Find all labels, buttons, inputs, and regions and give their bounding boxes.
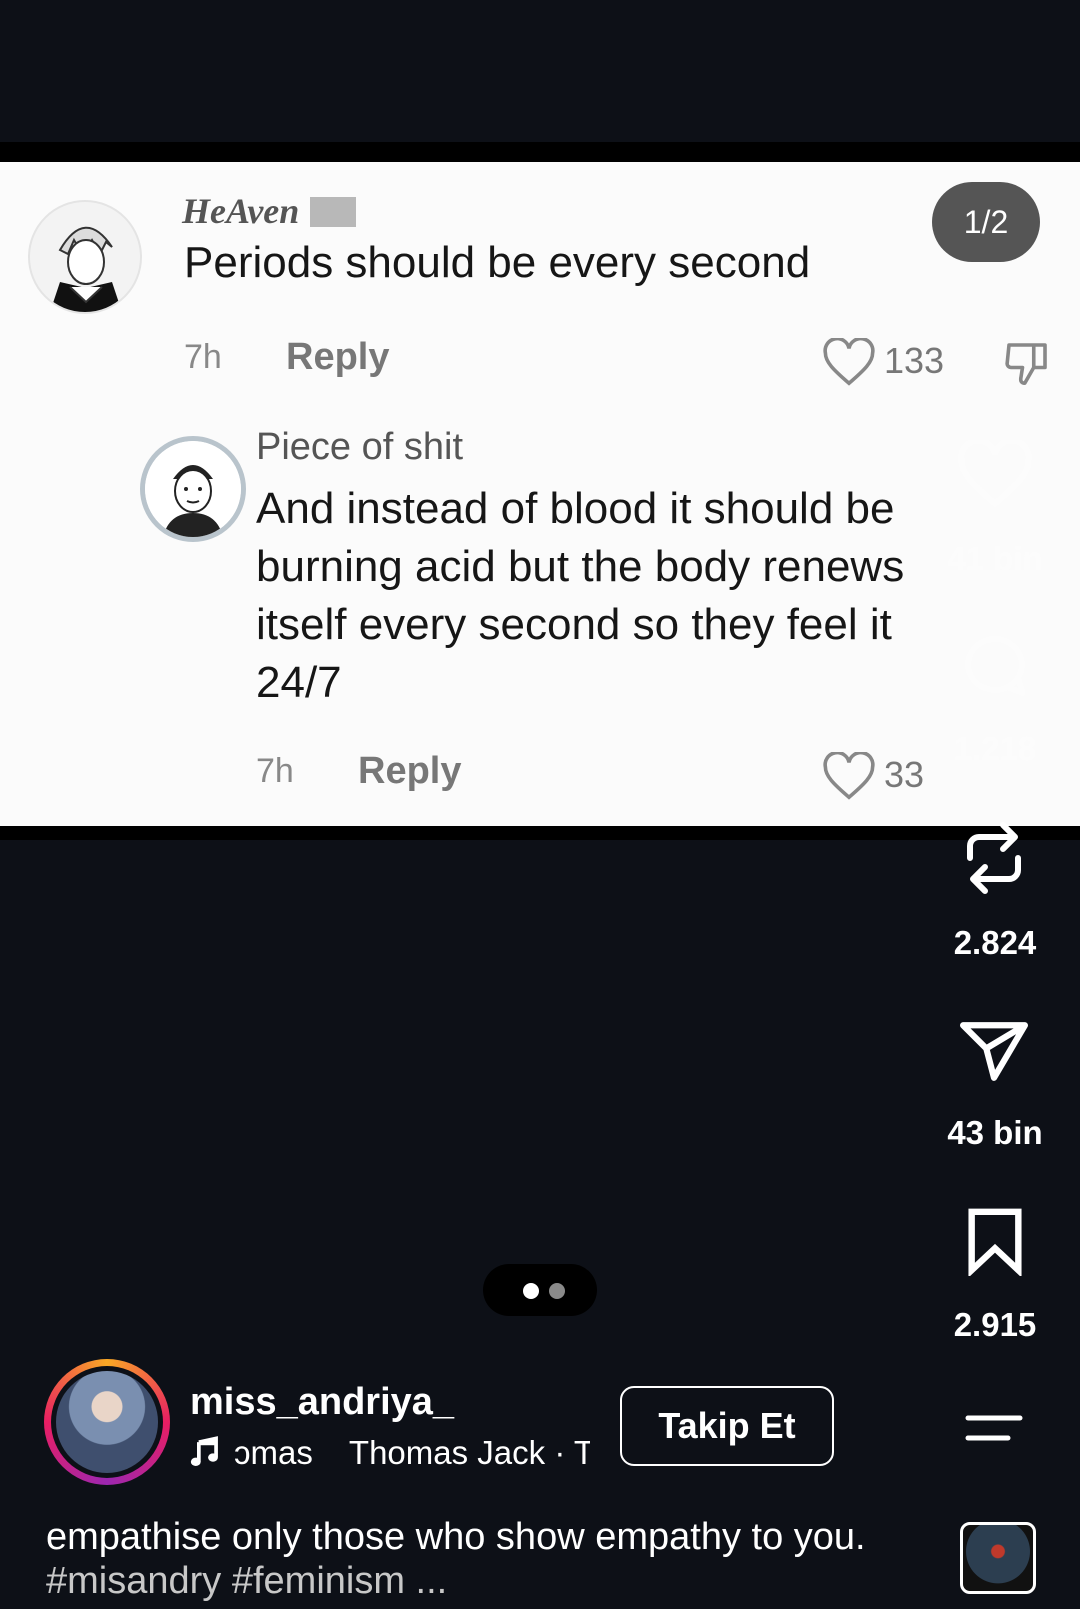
carousel-indicator xyxy=(483,1264,597,1316)
reply-button[interactable]: Reply xyxy=(286,336,389,379)
dislike-icon[interactable] xyxy=(1000,336,1054,390)
save-count: 2.915 xyxy=(953,1306,1037,1343)
comment-text: Periods should be every second xyxy=(184,238,811,287)
share-count: 43 bin xyxy=(947,1114,1043,1151)
like-icon[interactable] xyxy=(956,440,1034,510)
comment-count: 1.218 xyxy=(953,730,1037,767)
like-count-rail: 41 bin xyxy=(947,540,1043,577)
menu-icon[interactable] xyxy=(964,1410,1024,1446)
follow-button[interactable]: Takip Et xyxy=(620,1386,834,1466)
repost-count: 2.824 xyxy=(953,924,1037,961)
music-icon xyxy=(190,1436,218,1467)
reply-time: 7h xyxy=(256,752,294,790)
caption-text: empathise only those who show empathy to… xyxy=(46,1516,866,1558)
reply-button-2[interactable]: Reply xyxy=(358,750,461,793)
share-icon[interactable] xyxy=(956,1016,1032,1084)
heart-icon[interactable] xyxy=(822,338,876,388)
caption-hashtags[interactable]: #misandry #feminism ... xyxy=(46,1559,926,1603)
reply-username[interactable]: Piece of shit xyxy=(256,426,463,469)
music-row[interactable]: ɔmas Thomas Jack · T xyxy=(190,1434,590,1472)
profile-avatar[interactable] xyxy=(44,1359,170,1485)
post-username[interactable]: miss_andriya_ xyxy=(190,1381,454,1424)
reply-like-count: 33 xyxy=(884,754,925,795)
flag-icon xyxy=(310,197,356,227)
page-indicator: 1/2 xyxy=(932,182,1040,262)
repost-icon[interactable] xyxy=(958,818,1030,898)
comment-time: 7h xyxy=(184,338,222,376)
reply-text: And instead of blood it should be burnin… xyxy=(256,484,905,707)
carousel-dot-active xyxy=(523,1283,539,1299)
bookmark-icon[interactable] xyxy=(962,1206,1028,1276)
comment-screenshot: HeAven Periods should be every second 7h… xyxy=(0,142,1080,840)
heart-icon-2[interactable] xyxy=(822,752,876,802)
commenter-username[interactable]: HeAven xyxy=(182,190,299,232)
comment-icon[interactable] xyxy=(958,630,1030,702)
commenter-avatar-reply xyxy=(140,436,246,542)
like-count: 133 xyxy=(884,340,945,381)
avatar xyxy=(56,1371,158,1473)
commenter-avatar-heaven xyxy=(28,200,142,314)
post-caption: empathise only those who show empathy to… xyxy=(46,1515,926,1603)
audio-thumbnail[interactable] xyxy=(960,1522,1036,1594)
music-title: ɔmas Thomas Jack · T xyxy=(234,1434,590,1471)
carousel-dot xyxy=(549,1283,565,1299)
comment-card: HeAven Periods should be every second 7h… xyxy=(0,162,1080,826)
